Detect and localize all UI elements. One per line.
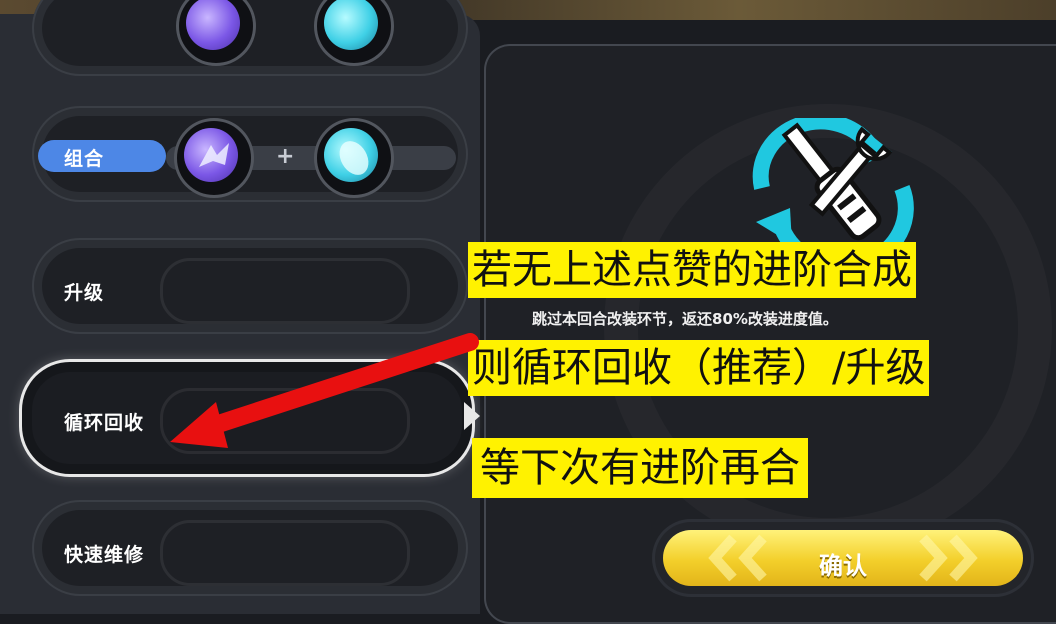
ghost-parts-watermark: [160, 520, 410, 586]
confirm-label: 确认: [819, 552, 867, 580]
repair-label: 快速维修: [64, 544, 145, 566]
plus-sign: +: [276, 144, 295, 169]
skip-description: 跳过本回合改装环节，返还80%改装进度值。: [532, 310, 838, 328]
confirm-button[interactable]: 确认: [655, 522, 1031, 594]
upgrade-label: 升级: [64, 282, 105, 304]
ghost-parts-watermark: [160, 258, 410, 324]
red-arrow-icon: [170, 333, 479, 448]
pod-emblem-icon: [339, 141, 369, 175]
annotation-line-3: 等下次有进阶再合: [472, 438, 808, 498]
wolf-emblem-icon: [199, 143, 229, 167]
annotation-line-2: 则循环回收（推荐）/升级: [468, 340, 930, 396]
recycle-label: 循环回收: [64, 412, 145, 434]
purple-part-icon[interactable]: [174, 118, 254, 198]
confirm-button-face: 确认: [663, 530, 1023, 586]
cyan-part-icon[interactable]: [314, 118, 394, 198]
wrench-screwdriver-recycle-icon: [752, 118, 914, 248]
combo-label: 组合: [64, 148, 105, 170]
annotation-line-1: 若无上述点赞的进阶合成: [468, 242, 916, 298]
